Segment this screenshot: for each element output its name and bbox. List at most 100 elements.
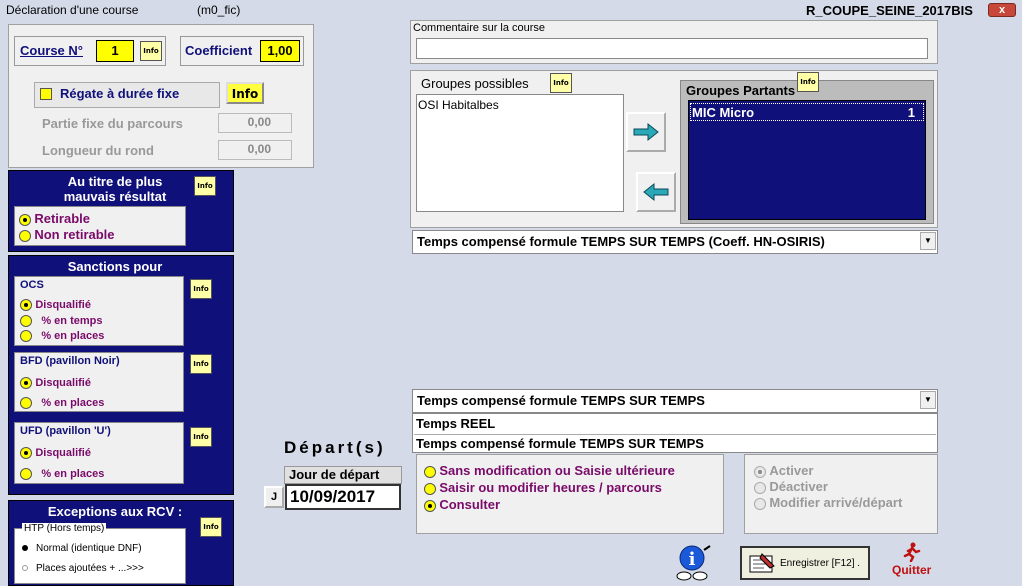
groupes-partants-info-icon[interactable]: Info	[797, 72, 819, 92]
ocs-radio-3[interactable]	[20, 329, 32, 342]
bfd-radio-1[interactable]	[20, 376, 32, 389]
groupes-partants-label: Groupes Partants	[686, 83, 796, 98]
htp-radio-2[interactable]	[22, 565, 28, 572]
bfd-label-2: % en places	[41, 397, 105, 409]
coefficient-input[interactable]: 1,00	[260, 40, 300, 62]
formule2-value: Temps compensé formule TEMPS SUR TEMPS	[417, 393, 705, 408]
formule2-option-2[interactable]: Temps compensé formule TEMPS SUR TEMPS	[414, 434, 936, 453]
activation-label-2: Déactiver	[769, 479, 828, 494]
mauvais-info-icon[interactable]: Info	[194, 176, 216, 196]
arrow-right-icon	[633, 122, 659, 142]
partant-name: MIC Micro	[692, 105, 755, 120]
ufd-label-1: Disqualifié	[35, 447, 91, 459]
ocs-title: OCS	[20, 279, 44, 291]
chevron-down-icon[interactable]: ▼	[920, 232, 936, 250]
depart-date-input[interactable]: 10/09/2017	[285, 484, 401, 510]
activation-option-3[interactable]: Modifier arrivé/départ	[754, 495, 902, 510]
bfd-info-icon[interactable]: Info	[190, 354, 212, 374]
bfd-radio-2[interactable]	[20, 396, 32, 409]
htp-option-2[interactable]: Places ajoutées + ...>>>	[22, 563, 144, 574]
activation-option-2[interactable]: Déactiver	[754, 479, 828, 494]
activation-label-1: Activer	[769, 463, 814, 478]
ocs-option-3[interactable]: % en places	[20, 328, 104, 342]
htp-label-1: Normal (identique DNF)	[36, 543, 142, 554]
ocs-label-2: % en temps	[41, 315, 103, 327]
partie-fixe-field[interactable]: 0,00	[218, 113, 292, 133]
non-retirable-radio[interactable]	[19, 229, 31, 242]
mode-radio-1[interactable]	[424, 465, 436, 478]
quit-button[interactable]: Quitter	[890, 542, 938, 582]
ocs-radio-2[interactable]	[20, 314, 32, 327]
regate-info-button[interactable]: Info	[226, 82, 264, 104]
ufd-label-2: % en places	[41, 468, 105, 480]
htp-label-2: Places ajoutées + ...>>>	[36, 563, 144, 574]
ocs-radio-1[interactable]	[20, 298, 32, 311]
running-man-icon	[903, 542, 921, 562]
ufd-radio-1[interactable]	[20, 446, 32, 459]
formule2-select[interactable]: Temps compensé formule TEMPS SUR TEMPS ▼	[412, 389, 938, 413]
retirable-option[interactable]: Retirable	[19, 211, 90, 226]
ufd-info-icon[interactable]: Info	[190, 427, 212, 447]
course-number-label: Course N°	[20, 43, 83, 58]
bfd-option-2[interactable]: % en places	[20, 395, 104, 409]
exceptions-title: Exceptions aux RCV :	[47, 504, 183, 519]
partie-fixe-label: Partie fixe du parcours	[42, 116, 183, 131]
bfd-title: BFD (pavillon Noir)	[20, 355, 120, 367]
window-subtitle: (m0_fic)	[197, 3, 241, 17]
mode-radio-3[interactable]	[424, 499, 436, 512]
sanctions-title: Sanctions pour	[67, 259, 163, 274]
ufd-option-2[interactable]: % en places	[20, 466, 104, 480]
course-info-icon[interactable]: Info	[140, 41, 162, 61]
ufd-option-1[interactable]: Disqualifié	[20, 445, 91, 459]
activation-radio-2[interactable]	[754, 481, 766, 494]
groupes-partants-row[interactable]: MIC Micro 1	[690, 103, 924, 121]
htp-radio-1[interactable]	[22, 545, 28, 552]
exceptions-info-icon[interactable]: Info	[200, 517, 222, 537]
ocs-option-2[interactable]: % en temps	[20, 313, 102, 327]
activation-label-3: Modifier arrivé/départ	[769, 495, 903, 510]
retirable-radio[interactable]	[19, 213, 31, 226]
partant-count: 1	[907, 105, 915, 120]
mode-label-3: Consulter	[439, 497, 501, 512]
formule-select[interactable]: Temps compensé formule TEMPS SUR TEMPS (…	[412, 230, 938, 254]
quit-label: Quitter	[892, 563, 932, 577]
ufd-radio-2[interactable]	[20, 467, 32, 480]
activation-option-1[interactable]: Activer	[754, 463, 813, 478]
close-button[interactable]: x	[988, 3, 1016, 17]
info-icon: i	[676, 545, 711, 581]
groupes-possibles-item[interactable]: OSI Habitalbes	[418, 98, 499, 112]
chevron-down-icon[interactable]: ▼	[920, 391, 936, 409]
coefficient-label: Coefficient	[185, 43, 253, 58]
mauvais-title-2: mauvais résultat	[63, 189, 167, 204]
comment-input[interactable]	[416, 38, 928, 59]
mode-radio-2[interactable]	[424, 482, 436, 495]
mode-option-1[interactable]: Sans modification ou Saisie ultérieure	[424, 463, 675, 478]
longueur-field[interactable]: 0,00	[218, 140, 292, 160]
activation-radio-1[interactable]	[754, 465, 766, 478]
ocs-option-1[interactable]: Disqualifié	[20, 297, 91, 311]
comment-label: Commentaire sur la course	[413, 22, 546, 34]
info-help-button[interactable]: i	[674, 542, 714, 582]
course-number-input[interactable]: 1	[96, 40, 134, 62]
retirable-label: Retirable	[34, 211, 90, 226]
regate-checkbox[interactable]	[40, 88, 52, 100]
add-group-button[interactable]	[626, 112, 666, 152]
mode-option-2[interactable]: Saisir ou modifier heures / parcours	[424, 480, 662, 495]
ocs-info-icon[interactable]: Info	[190, 279, 212, 299]
remove-group-button[interactable]	[636, 172, 676, 212]
activation-radio-3[interactable]	[754, 497, 766, 510]
groupes-possibles-info-icon[interactable]: Info	[550, 73, 572, 93]
save-icon	[749, 553, 775, 573]
depart-title: Départ(s)	[284, 438, 386, 457]
longueur-label: Longueur du rond	[42, 143, 154, 158]
non-retirable-option[interactable]: Non retirable	[19, 227, 115, 242]
mode-option-3[interactable]: Consulter	[424, 497, 500, 512]
formule2-option-1[interactable]: Temps REEL	[414, 415, 936, 433]
mode-label-2: Saisir ou modifier heures / parcours	[439, 480, 662, 495]
bfd-option-1[interactable]: Disqualifié	[20, 375, 91, 389]
j-button[interactable]: J	[264, 486, 284, 508]
window-title: Déclaration d'une course	[6, 3, 139, 17]
htp-option-1[interactable]: Normal (identique DNF)	[22, 543, 142, 554]
groupes-possibles-label: Groupes possibles	[421, 76, 529, 91]
save-button[interactable]: Enregistrer [F12] .	[740, 546, 870, 580]
